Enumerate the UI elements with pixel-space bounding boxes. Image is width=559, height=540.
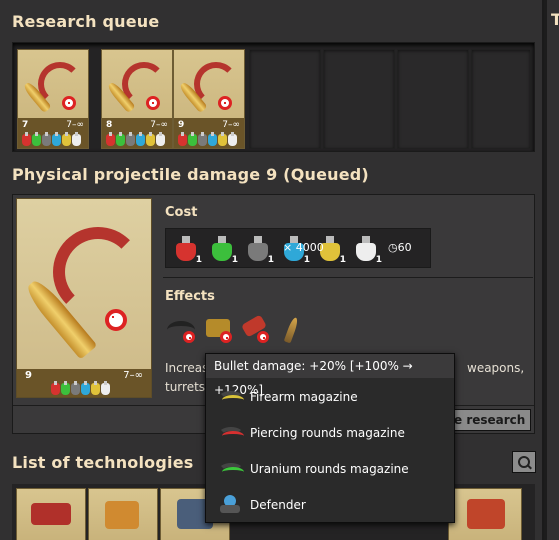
science-packs (51, 381, 110, 395)
research-queue: 7 7–∞ 8 7–∞ 9 7–∞ (12, 42, 535, 152)
queue-item-level: 9 (178, 120, 185, 130)
queue-slot-empty[interactable] (397, 49, 469, 149)
piercing-rounds-magazine-icon (214, 421, 246, 445)
automation-science-pack-icon: 1 (170, 233, 202, 265)
effects-label: Effects (165, 289, 215, 304)
target-icon (146, 96, 160, 110)
bullet-damage-icon (22, 213, 147, 360)
space-science-pack-icon: 1 (350, 233, 382, 265)
rocket-damage-effect-icon[interactable] (276, 313, 310, 347)
technology-list-title: List of technologies (12, 453, 194, 472)
research-queue-title: Research queue (12, 12, 160, 31)
queue-item-range: 7–∞ (222, 120, 240, 130)
tooltip-item: Piercing rounds magazine (214, 418, 405, 448)
technology-range: 7–∞ (123, 370, 143, 381)
technology-level: 9 (25, 370, 32, 381)
queue-item[interactable]: 7 7–∞ (17, 49, 89, 149)
search-button[interactable] (512, 451, 536, 473)
uranium-rounds-magazine-icon (214, 457, 246, 481)
queue-item[interactable]: 9 7–∞ (173, 49, 245, 149)
gun-turret-damage-effect-icon[interactable] (202, 313, 236, 347)
queue-item-level: 7 (22, 120, 29, 130)
firearm-magazine-icon (214, 385, 246, 409)
cost-label: Cost (165, 205, 198, 220)
technology-title: Physical projectile damage 9 (Queued) (12, 165, 369, 184)
technology-item[interactable] (16, 488, 86, 540)
effects-list (165, 313, 310, 347)
queue-item-range: 7–∞ (150, 120, 168, 130)
tooltip-item: Defender (214, 490, 306, 520)
research-time-value: 60 (397, 241, 412, 254)
queue-slot-empty[interactable] (471, 49, 531, 149)
tooltip-item-label: Defender (250, 498, 306, 512)
target-icon (62, 96, 76, 110)
technology-card: 9 7–∞ (16, 198, 152, 398)
science-packs (106, 132, 165, 146)
clock-icon: ◷ (388, 241, 398, 254)
queue-item-level: 8 (106, 120, 113, 130)
tooltip-item-label: Piercing rounds magazine (250, 426, 405, 440)
adjacent-panel: Te (544, 0, 559, 540)
target-icon (105, 309, 127, 331)
shotgun-damage-effect-icon[interactable] (239, 313, 273, 347)
research-time: ◷60 (388, 241, 412, 254)
tooltip-item-label: Uranium rounds magazine (250, 462, 409, 476)
science-packs (178, 132, 237, 146)
tooltip-item: Firearm magazine (214, 382, 358, 412)
adjacent-panel-title: Te (551, 10, 559, 29)
effect-tooltip: Bullet damage: +20% [+100% → +120%] Fire… (205, 353, 455, 523)
tooltip-item-label: Firearm magazine (250, 390, 358, 404)
queue-item-range: 7–∞ (66, 120, 84, 130)
tooltip-header: Bullet damage: +20% [+100% → +120%] (206, 354, 454, 397)
target-icon (218, 96, 232, 110)
divider (163, 277, 533, 278)
research-count: × 4000 (283, 241, 324, 254)
technology-item[interactable] (88, 488, 158, 540)
defender-icon (214, 493, 246, 517)
technology-item[interactable] (448, 488, 522, 540)
queue-item[interactable]: 8 7–∞ (101, 49, 173, 149)
military-science-pack-icon: 1 (242, 233, 274, 265)
queue-slot-empty[interactable] (249, 49, 321, 149)
queue-slot-empty[interactable] (323, 49, 395, 149)
bullet-damage-effect-icon[interactable] (165, 313, 199, 347)
tooltip-item: Uranium rounds magazine (214, 454, 409, 484)
science-packs (22, 132, 81, 146)
logistic-science-pack-icon: 1 (206, 233, 238, 265)
